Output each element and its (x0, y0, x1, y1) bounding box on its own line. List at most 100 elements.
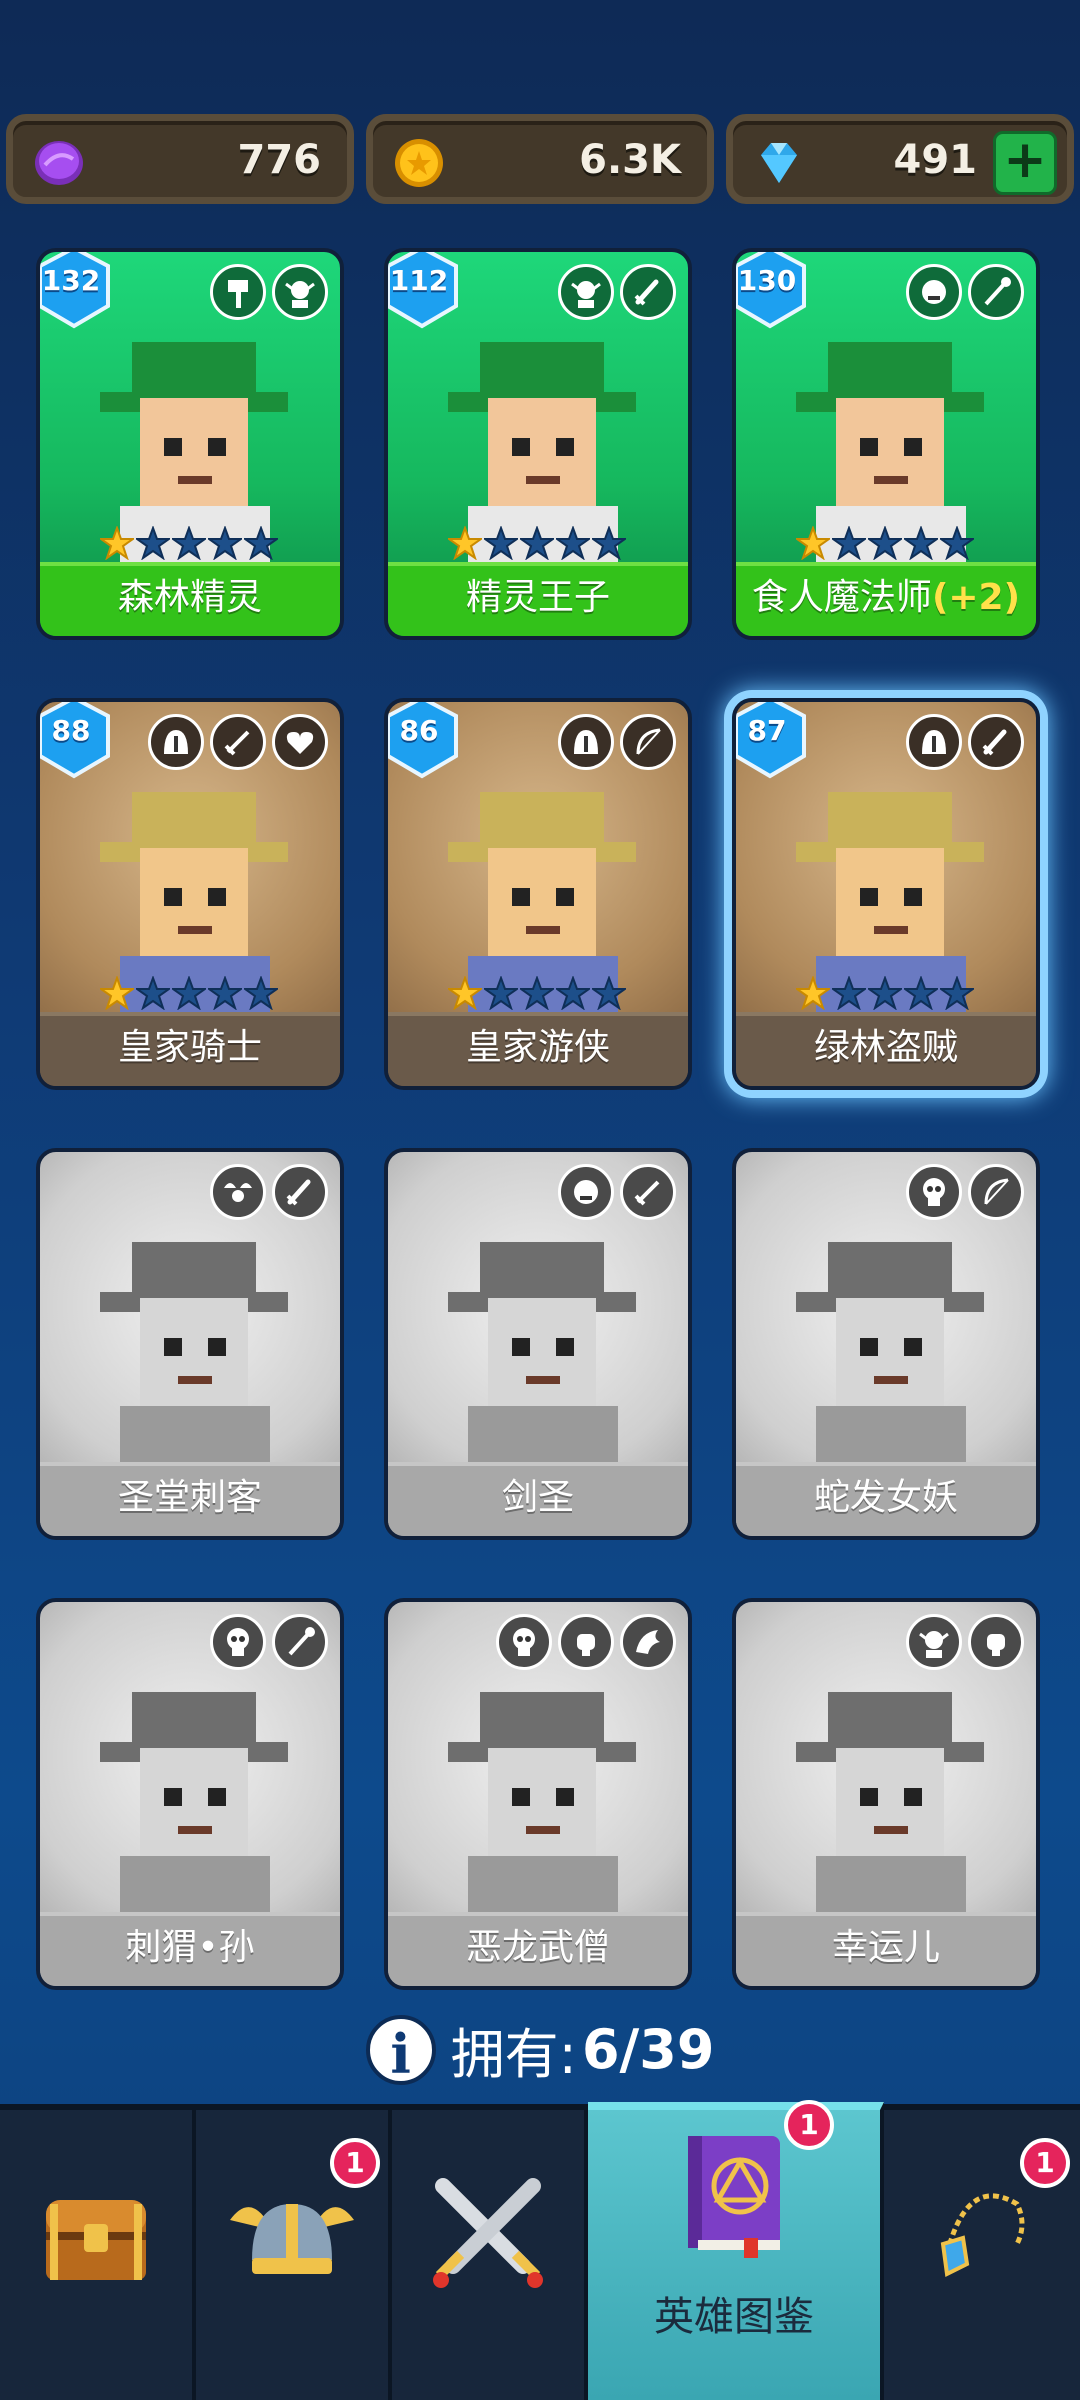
hero-name-bar: 绿林盗贼 (736, 1012, 1036, 1086)
star-filled-icon (445, 525, 485, 561)
star-empty-icon (169, 975, 209, 1011)
tab-heroes[interactable]: 1 (196, 2110, 392, 2400)
role-badges (558, 714, 676, 770)
hero-card[interactable]: 130 食人魔法师(+2) (732, 248, 1040, 640)
level-value: 87 (747, 714, 787, 747)
hero-card[interactable]: 88 皇家骑士 (36, 698, 344, 1090)
role-badges (906, 1164, 1024, 1220)
dagger-icon (272, 1164, 328, 1220)
hero-card[interactable]: 蛇发女妖 (732, 1148, 1040, 1540)
sword-icon (620, 1164, 676, 1220)
hero-card[interactable]: 112 精灵王子 (384, 248, 692, 640)
hero-portrait (448, 1242, 636, 1476)
currency-purple: 776 (6, 114, 354, 204)
bow-icon (620, 714, 676, 770)
star-empty-icon (589, 975, 629, 1011)
hero-bonus: (+2) (931, 577, 1021, 618)
helmet-icon (906, 714, 962, 770)
hero-card[interactable]: 圣堂刺客 (36, 1148, 344, 1540)
angel-icon (210, 1164, 266, 1220)
tab-chest[interactable] (0, 2110, 196, 2400)
hero-name-bar: 皇家游侠 (388, 1012, 688, 1086)
gold-coin-icon (395, 139, 443, 187)
level-badge: 87 (736, 702, 810, 780)
star-empty-icon (937, 975, 977, 1011)
sword-icon (210, 714, 266, 770)
add-diamond-button[interactable]: + (993, 131, 1057, 195)
role-badges (906, 1614, 1024, 1670)
star-filled-icon (97, 975, 137, 1011)
star-empty-icon (937, 525, 977, 561)
tab-battle[interactable] (392, 2110, 588, 2400)
role-badges (906, 264, 1024, 320)
level-badge: 130 (736, 252, 810, 330)
star-empty-icon (901, 525, 941, 561)
star-empty-icon (829, 975, 869, 1011)
hammer-icon (210, 264, 266, 320)
skull-icon (906, 1164, 962, 1220)
hero-portrait (796, 1242, 984, 1476)
hero-name-bar: 圣堂刺客 (40, 1462, 340, 1536)
hero-name: 精灵王子 (465, 577, 610, 618)
role-badges (558, 264, 676, 320)
ogre-icon (906, 264, 962, 320)
amulet-icon (940, 2193, 1025, 2278)
star-filled-icon (97, 525, 137, 561)
star-empty-icon (205, 975, 245, 1011)
hero-card[interactable]: 87 绿林盗贼 (732, 698, 1040, 1090)
fist-icon (558, 1614, 614, 1670)
level-value: 86 (399, 714, 439, 747)
hero-name: 皇家游侠 (465, 1027, 610, 1068)
role-badges (210, 264, 328, 320)
hero-name-bar: 蛇发女妖 (736, 1462, 1036, 1536)
hero-card[interactable]: 幸运儿 (732, 1598, 1040, 1990)
hero-card[interactable]: 恶龙武僧 (384, 1598, 692, 1990)
role-badges (558, 1164, 676, 1220)
fist-icon (968, 1614, 1024, 1670)
gold-coin-count: 6.3K (579, 137, 681, 183)
tab-amulet[interactable]: 1 (884, 2110, 1080, 2400)
star-empty-icon (481, 525, 521, 561)
star-empty-icon (481, 975, 521, 1011)
star-rating (445, 525, 629, 564)
diamond-icon (761, 143, 797, 183)
hero-name: 森林精灵 (117, 577, 262, 618)
winged-helmet-icon (230, 2204, 354, 2274)
hero-name: 刺猬•孙 (125, 1927, 255, 1968)
tab-hero-book[interactable]: 1 英雄图鉴 (588, 2100, 884, 2400)
star-empty-icon (553, 975, 593, 1011)
level-value: 112 (389, 264, 449, 297)
hero-card[interactable]: 132 森林精灵 (36, 248, 344, 640)
hero-card[interactable]: 86 皇家游侠 (384, 698, 692, 1090)
level-value: 132 (41, 264, 101, 297)
hero-name-bar: 幸运儿 (736, 1912, 1036, 1986)
hero-name-bar: 森林精灵 (40, 562, 340, 636)
hero-card[interactable]: 刺猬•孙 (36, 1598, 344, 1990)
star-rating (793, 975, 977, 1014)
dagger-icon (968, 714, 1024, 770)
amulet-notification-badge: 1 (1020, 2138, 1070, 2188)
info-icon[interactable]: i (365, 2014, 436, 2086)
owned-count: 6/39 (581, 2018, 715, 2081)
purple-token-icon (35, 141, 83, 185)
hero-name: 蛇发女妖 (813, 1477, 958, 1518)
role-badges (210, 1614, 328, 1670)
helmet-icon (148, 714, 204, 770)
hero-name-bar: 食人魔法师(+2) (736, 562, 1036, 636)
hero-name: 幸运儿 (831, 1927, 940, 1968)
staff-icon (968, 264, 1024, 320)
level-value: 130 (737, 264, 797, 297)
elf-icon (906, 1614, 962, 1670)
hero-name-bar: 刺猬•孙 (40, 1912, 340, 1986)
hero-name: 皇家骑士 (117, 1027, 262, 1068)
hero-card[interactable]: 剑圣 (384, 1148, 692, 1540)
star-empty-icon (517, 975, 557, 1011)
hero-name-bar: 皇家骑士 (40, 1012, 340, 1086)
star-empty-icon (241, 525, 281, 561)
staff-icon (272, 1614, 328, 1670)
star-empty-icon (829, 525, 869, 561)
level-badge: 86 (388, 702, 462, 780)
ogre-icon (558, 1164, 614, 1220)
star-empty-icon (517, 525, 557, 561)
bow-icon (968, 1164, 1024, 1220)
